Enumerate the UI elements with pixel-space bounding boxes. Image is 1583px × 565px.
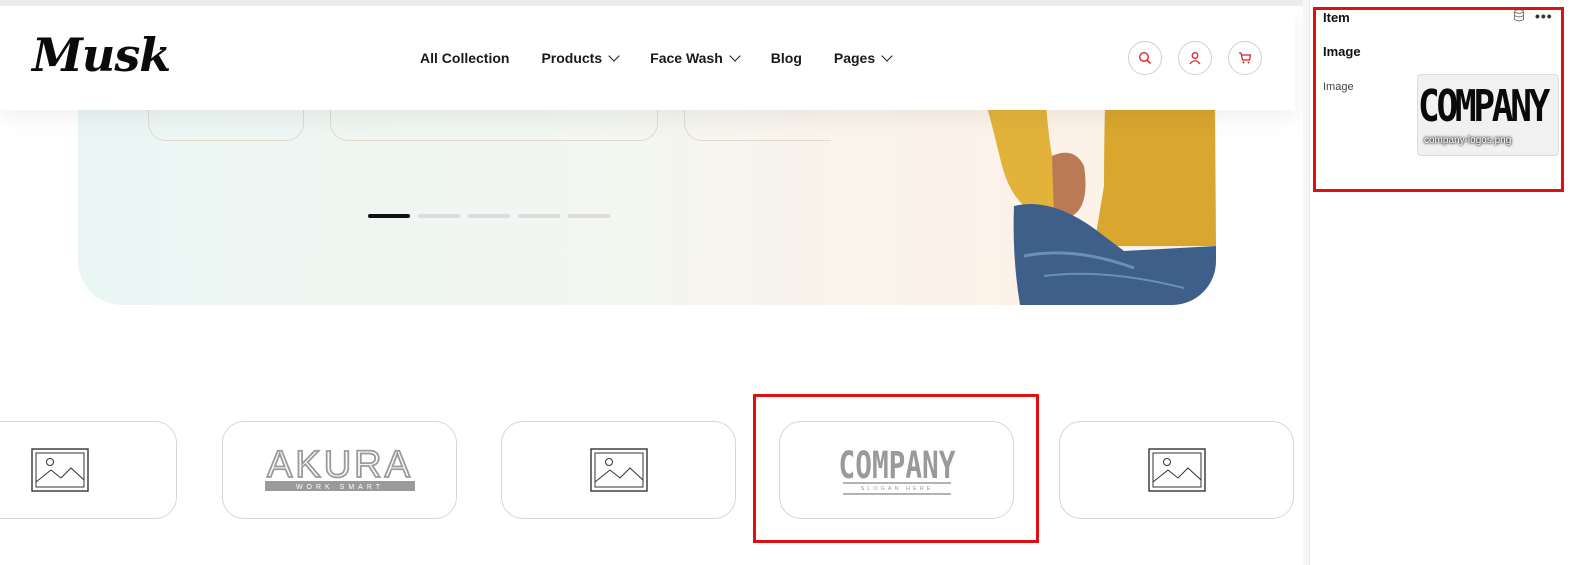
nav-all-collection[interactable]: All Collection <box>420 50 509 66</box>
nav-label: All Collection <box>420 50 510 66</box>
nav-blog[interactable]: Blog <box>771 50 802 66</box>
nav-pages[interactable]: Pages <box>833 50 893 66</box>
logo-list-item-selected[interactable]: COMPANY SLOGAN HERE <box>779 421 1014 519</box>
search-button[interactable] <box>1128 41 1162 75</box>
slider-dot[interactable] <box>518 214 560 218</box>
settings-panel: Item ••• Image Image COMPANY company-log… <box>1309 0 1583 565</box>
user-icon <box>1189 52 1201 65</box>
preview-canvas: Musk All Collection Products Face Wash B… <box>0 6 1303 565</box>
section-heading: Image <box>1323 44 1361 59</box>
nav-label: Blog <box>770 50 802 66</box>
chevron-down-icon <box>729 50 741 62</box>
cart-icon <box>1239 52 1252 64</box>
nav-label: Pages <box>833 50 876 66</box>
nav-label: Products <box>541 50 603 66</box>
image-placeholder-icon <box>30 448 89 492</box>
svg-text:AKURA: AKURA <box>267 445 413 486</box>
akura-logo: AKURA WORK SMART <box>264 445 415 491</box>
nav-face-wash[interactable]: Face Wash <box>650 50 741 66</box>
cart-button[interactable] <box>1228 41 1262 75</box>
brand-logo[interactable]: Musk <box>32 28 171 82</box>
slider-dot[interactable] <box>418 214 460 218</box>
search-icon <box>1138 51 1152 65</box>
slider-pagination <box>368 214 610 218</box>
more-options-icon[interactable]: ••• <box>1535 8 1553 24</box>
image-picker-thumbnail[interactable]: COMPANY company-logos.png <box>1417 74 1559 156</box>
image-filename: company-logos.png <box>1424 135 1512 146</box>
image-placeholder-icon <box>1147 448 1206 492</box>
slider-dot[interactable] <box>568 214 610 218</box>
svg-text:WORK SMART: WORK SMART <box>295 484 383 491</box>
company-logo: COMPANY SLOGAN HERE <box>838 444 955 495</box>
slider-dot[interactable] <box>368 214 410 218</box>
chevron-down-icon <box>608 50 620 62</box>
panel-title: Item <box>1323 10 1350 25</box>
svg-text:SLOGAN HERE: SLOGAN HERE <box>860 486 933 492</box>
logo-list-item[interactable] <box>1059 421 1294 519</box>
nav-label: Face Wash <box>650 50 723 66</box>
logo-list-item[interactable] <box>0 421 177 519</box>
logo-list-item[interactable]: AKURA WORK SMART <box>222 421 457 519</box>
image-placeholder-icon <box>589 448 648 492</box>
svg-text:COMPANY: COMPANY <box>838 444 955 487</box>
logo-list-item[interactable] <box>501 421 736 519</box>
site-header: Musk All Collection Products Face Wash B… <box>0 6 1295 110</box>
chevron-down-icon <box>881 50 893 62</box>
account-button[interactable] <box>1178 41 1212 75</box>
nav-products[interactable]: Products <box>541 50 620 66</box>
image-field-label: Image <box>1323 81 1354 93</box>
thumbnail-logo-text: COMPANY <box>1418 81 1550 132</box>
database-icon[interactable] <box>1513 9 1525 22</box>
main-nav: All Collection Products Face Wash Blog P… <box>420 50 923 66</box>
slider-dot[interactable] <box>468 214 510 218</box>
